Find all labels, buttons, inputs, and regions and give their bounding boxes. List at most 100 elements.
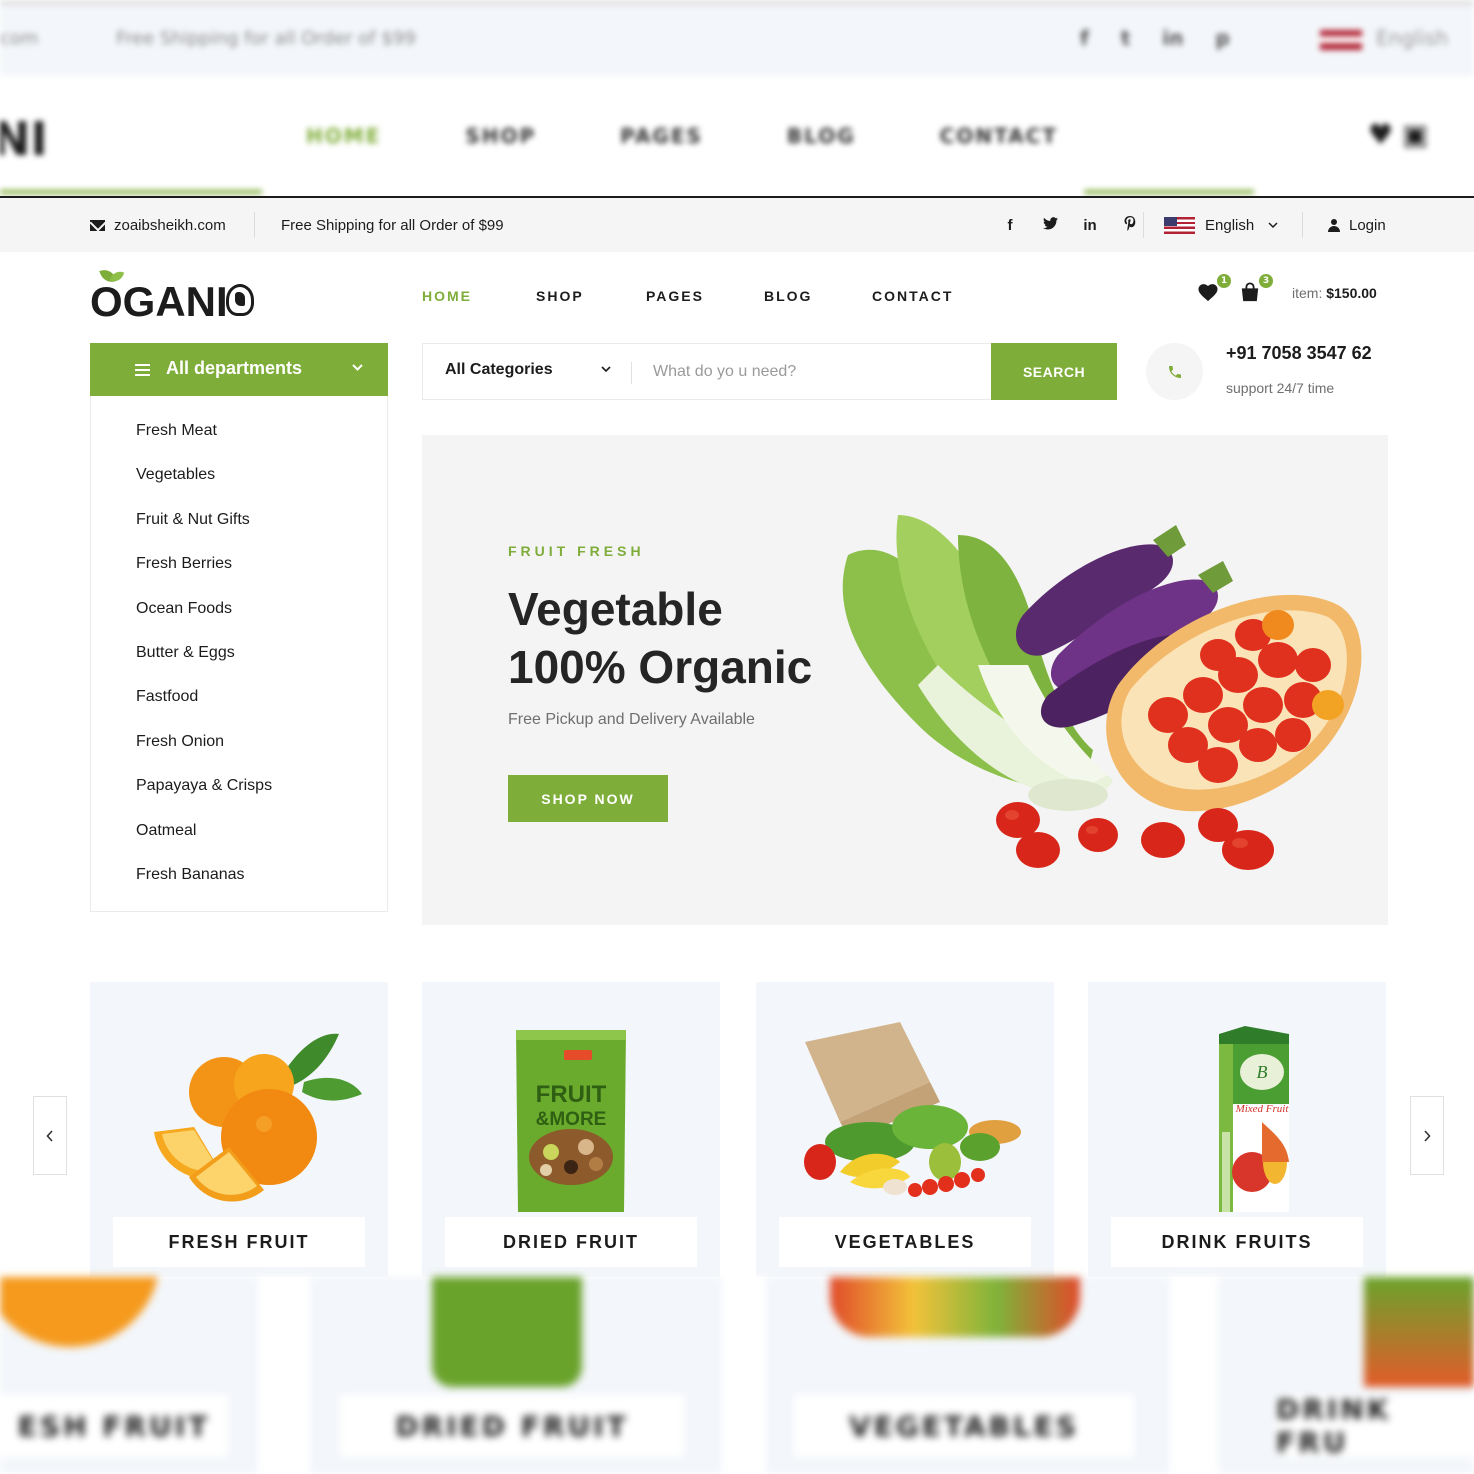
- departments-list: Fresh Meat Vegetables Fruit & Nut Gifts …: [90, 396, 388, 912]
- support-text: support 24/7 time: [1226, 380, 1335, 396]
- carousel-prev-button[interactable]: [33, 1096, 67, 1175]
- search-input[interactable]: [653, 354, 983, 390]
- department-item[interactable]: Butter & Eggs: [91, 631, 387, 675]
- blurred-cart-icons: ♥ ▣: [1368, 118, 1429, 151]
- facebook-icon[interactable]: f: [990, 217, 1030, 234]
- svg-text:Mixed Fruit: Mixed Fruit: [1235, 1103, 1290, 1115]
- bag-icon: [1241, 282, 1259, 302]
- blurred-flag-icon: [1320, 30, 1362, 50]
- nav-blog[interactable]: BLOG: [764, 284, 872, 308]
- logo-text: OGANI: [90, 278, 228, 325]
- department-item[interactable]: Ocean Foods: [91, 587, 387, 631]
- topbar-email-text: zoaibsheikh.com: [114, 216, 226, 234]
- blurred-category-label: VEGETABLES: [794, 1395, 1134, 1457]
- chevron-right-icon: [1424, 1129, 1431, 1142]
- department-item[interactable]: Fresh Bananas: [91, 853, 387, 897]
- phone-number[interactable]: +91 7058 3547 62: [1226, 343, 1372, 364]
- mail-icon: [90, 219, 105, 231]
- menu-icon: [135, 364, 150, 376]
- blurred-header-background: com Free Shipping for all Order of $99 f…: [0, 0, 1474, 197]
- blurred-logo: NI: [0, 112, 48, 166]
- department-item[interactable]: Fastfood: [91, 675, 387, 719]
- blurred-shipping: Free Shipping for all Order of $99: [116, 28, 416, 49]
- blurred-category-label: DRINK FRU: [1276, 1393, 1474, 1459]
- hero-subtitle: Free Pickup and Delivery Available: [508, 711, 755, 728]
- main-nav: HOME SHOP PAGES BLOG CONTACT: [422, 284, 953, 308]
- blurred-vegetables: [830, 1277, 1080, 1337]
- blurred-email: com: [0, 28, 39, 49]
- blurred-nav-item: HOME: [306, 124, 382, 148]
- header-topbar: zoaibsheikh.com Free Shipping for all Or…: [0, 198, 1474, 252]
- wishlist-count-badge: 1: [1217, 274, 1231, 288]
- social-links: f in: [990, 198, 1150, 252]
- topbar-separator: [254, 212, 255, 238]
- chevron-down-icon[interactable]: [601, 362, 611, 376]
- topbar-shipping: Free Shipping for all Order of $99: [281, 216, 504, 234]
- category-card[interactable]: FRUIT &MORE DRIED FRUIT: [422, 982, 720, 1277]
- category-select[interactable]: All Categories: [445, 361, 553, 379]
- search-form: All Categories SEARCH: [422, 343, 1117, 400]
- departments-title: All departments: [166, 358, 303, 378]
- department-item[interactable]: Vegetables: [91, 453, 387, 497]
- flag-icon: [1164, 216, 1195, 234]
- heart-icon: [1198, 284, 1218, 302]
- department-item[interactable]: Oatmeal: [91, 809, 387, 853]
- vegetable-bag-image: [804, 1022, 1021, 1197]
- cart-total-value: $150.00: [1326, 285, 1377, 301]
- chevron-down-icon: [352, 359, 363, 375]
- dried-fruit-bag-image: FRUIT &MORE: [516, 1030, 626, 1212]
- topbar-email[interactable]: zoaibsheikh.com: [90, 198, 226, 252]
- svg-text:FRUIT: FRUIT: [536, 1081, 607, 1108]
- category-card[interactable]: B Mixed Fruit DRINK FRUITS: [1088, 982, 1386, 1277]
- site-logo[interactable]: OGANI: [90, 266, 260, 326]
- blurred-nav-item: SHOP: [465, 124, 537, 148]
- category-card[interactable]: VEGETABLES: [756, 982, 1054, 1277]
- linkedin-icon[interactable]: in: [1070, 217, 1110, 234]
- page: com Free Shipping for all Order of $99 f…: [0, 0, 1474, 1474]
- svg-text:B: B: [1257, 1062, 1268, 1082]
- language-selector[interactable]: English: [1164, 198, 1278, 252]
- nav-pages[interactable]: PAGES: [646, 284, 764, 308]
- blurred-bag: [432, 1277, 582, 1387]
- departments-toggle[interactable]: All departments: [90, 343, 388, 396]
- topbar-separator: [1143, 212, 1144, 238]
- oranges-image: [154, 1033, 362, 1202]
- hero-title: Vegetable 100% Organic: [508, 580, 848, 696]
- category-card[interactable]: FRESH FRUIT: [90, 982, 388, 1277]
- blurred-accent-bar: [0, 190, 262, 194]
- department-item[interactable]: Fresh Berries: [91, 542, 387, 586]
- department-item[interactable]: Fruit & Nut Gifts: [91, 498, 387, 542]
- search-button[interactable]: SEARCH: [991, 343, 1117, 400]
- cart-button[interactable]: 3: [1239, 274, 1273, 304]
- blurred-accent-bar: [1084, 190, 1254, 194]
- hero-title-line: Vegetable: [508, 583, 723, 635]
- chevron-left-icon: [46, 1129, 53, 1142]
- blurred-nav: HOME SHOP PAGES BLOG CONTACT: [306, 124, 1058, 148]
- shop-now-button[interactable]: SHOP NOW: [508, 775, 668, 822]
- category-label: DRINK FRUITS: [1111, 1217, 1363, 1267]
- blurred-nav-item: CONTACT: [939, 124, 1058, 148]
- phone-icon-circle: [1146, 343, 1203, 400]
- hero-kicker: FRUIT FRESH: [508, 543, 645, 559]
- carousel-next-button[interactable]: [1410, 1096, 1444, 1175]
- search-divider: [631, 362, 632, 384]
- login-link[interactable]: Login: [1328, 198, 1386, 252]
- wishlist-button[interactable]: 1: [1197, 274, 1231, 304]
- nav-shop[interactable]: SHOP: [536, 284, 646, 308]
- department-item[interactable]: Papayaya & Crisps: [91, 764, 387, 808]
- juice-carton-image: B Mixed Fruit: [1219, 1026, 1290, 1212]
- hero-banner: FRUIT FRESH Vegetable 100% Organic Free …: [422, 435, 1388, 925]
- logo-badge-icon: [226, 284, 254, 316]
- user-icon: [1328, 218, 1340, 232]
- hero-vegetables-image: [842, 515, 1362, 870]
- blurred-category-label: DRIED FRUIT: [340, 1395, 684, 1457]
- pinterest-icon[interactable]: [1110, 215, 1150, 235]
- nav-home[interactable]: HOME: [422, 284, 536, 308]
- blurred-nav-item: BLOG: [786, 124, 856, 148]
- department-item[interactable]: Fresh Onion: [91, 720, 387, 764]
- nav-contact[interactable]: CONTACT: [872, 284, 953, 308]
- blurred-social: f t in p: [1080, 26, 1230, 50]
- phone-icon: [1168, 365, 1181, 378]
- department-item[interactable]: Fresh Meat: [91, 409, 387, 453]
- twitter-icon[interactable]: [1030, 216, 1070, 234]
